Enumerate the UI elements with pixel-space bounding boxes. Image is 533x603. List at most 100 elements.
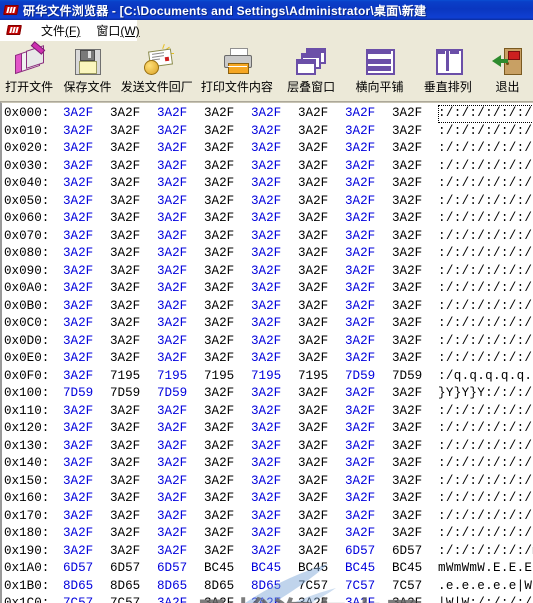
- hex-row[interactable]: 0x120: 3A2F 3A2F 3A2F 3A2F 3A2F 3A2F 3A2F 3A2F:/…: [4, 420, 533, 438]
- hex-word[interactable]: 7D59: [60, 385, 107, 403]
- hex-word[interactable]: 3A2F: [389, 210, 436, 228]
- hex-word[interactable]: 3A2F: [60, 368, 107, 386]
- hex-word[interactable]: 7D59: [342, 368, 389, 386]
- hex-word[interactable]: 3A2F: [248, 298, 295, 316]
- hex-word[interactable]: BC45: [342, 560, 389, 578]
- cascade-windows-button[interactable]: 层叠窗口: [277, 43, 345, 97]
- hex-word[interactable]: 3A2F: [389, 420, 436, 438]
- print-file-button[interactable]: 打印文件内容: [197, 43, 277, 97]
- hex-word[interactable]: 3A2F: [60, 333, 107, 351]
- hex-ascii[interactable]: .e.e.e.e.e|W|W|W: [438, 578, 533, 596]
- hex-row[interactable]: 0x190: 3A2F 3A2F 3A2F 3A2F 3A2F 3A2F 6D57 6D57:/…: [4, 543, 533, 561]
- hex-word[interactable]: 3A2F: [154, 210, 201, 228]
- hex-word[interactable]: 3A2F: [295, 455, 342, 473]
- hex-row[interactable]: 0x1A0: 6D57 6D57 6D57 BC45 BC45 BC45 BC45 BC45 mW…: [4, 560, 533, 578]
- hex-word[interactable]: 3A2F: [154, 438, 201, 456]
- hex-ascii[interactable]: :/:/:/:/:/:/:/:/: [438, 105, 533, 123]
- hex-word[interactable]: 3A2F: [201, 175, 248, 193]
- hex-word[interactable]: 3A2F: [60, 105, 107, 123]
- hex-ascii[interactable]: :/:/:/:/:/:/:/:/: [438, 438, 533, 456]
- hex-ascii[interactable]: :/:/:/:/:/:/:/:/: [438, 298, 533, 316]
- hex-word[interactable]: 3A2F: [107, 455, 154, 473]
- hex-word[interactable]: 3A2F: [248, 420, 295, 438]
- hex-word[interactable]: 7C57: [295, 578, 342, 596]
- hex-word[interactable]: 3A2F: [342, 193, 389, 211]
- hex-word[interactable]: 3A2F: [295, 473, 342, 491]
- hex-word[interactable]: 3A2F: [201, 210, 248, 228]
- hex-word[interactable]: 3A2F: [248, 263, 295, 281]
- hex-word[interactable]: 3A2F: [342, 525, 389, 543]
- hex-word[interactable]: 3A2F: [342, 245, 389, 263]
- hex-word[interactable]: 7C57: [107, 595, 154, 603]
- menu-item-file[interactable]: 文件(F): [33, 20, 88, 41]
- hex-ascii[interactable]: :/:/:/:/:/:/:/:/: [438, 455, 533, 473]
- hex-word[interactable]: 3A2F: [389, 350, 436, 368]
- hex-word[interactable]: 6D57: [60, 560, 107, 578]
- hex-ascii[interactable]: :/:/:/:/:/:/:/:/: [438, 175, 533, 193]
- hex-word[interactable]: 3A2F: [295, 245, 342, 263]
- hex-word[interactable]: 3A2F: [60, 350, 107, 368]
- hex-ascii[interactable]: :/:/:/:/:/:/:/:/: [438, 333, 533, 351]
- hex-word[interactable]: 3A2F: [107, 280, 154, 298]
- hex-word[interactable]: 7D59: [154, 385, 201, 403]
- hex-row[interactable]: 0x170: 3A2F 3A2F 3A2F 3A2F 3A2F 3A2F 3A2F 3A2F:/…: [4, 508, 533, 526]
- hex-word[interactable]: 3A2F: [60, 490, 107, 508]
- hex-word[interactable]: 3A2F: [389, 158, 436, 176]
- hex-word[interactable]: 3A2F: [60, 455, 107, 473]
- hex-word[interactable]: 3A2F: [248, 210, 295, 228]
- hex-word[interactable]: 3A2F: [201, 455, 248, 473]
- hex-word[interactable]: 3A2F: [342, 595, 389, 603]
- hex-word[interactable]: 3A2F: [295, 543, 342, 561]
- hex-word[interactable]: 3A2F: [248, 333, 295, 351]
- hex-word[interactable]: 3A2F: [201, 385, 248, 403]
- hex-word[interactable]: 3A2F: [201, 193, 248, 211]
- hex-word[interactable]: 3A2F: [295, 595, 342, 603]
- hex-word[interactable]: BC45: [389, 560, 436, 578]
- hex-word[interactable]: 3A2F: [107, 263, 154, 281]
- hex-word[interactable]: 3A2F: [295, 490, 342, 508]
- hex-word[interactable]: 3A2F: [342, 140, 389, 158]
- hex-word[interactable]: 3A2F: [60, 403, 107, 421]
- hex-ascii[interactable]: :/:/:/:/:/:/:/:/: [438, 140, 533, 158]
- hex-word[interactable]: 3A2F: [295, 298, 342, 316]
- hex-word[interactable]: 7C57: [60, 595, 107, 603]
- hex-row[interactable]: 0x000: 3A2F 3A2F 3A2F 3A2F 3A2F 3A2F 3A2F 3A2F:/…: [4, 105, 533, 123]
- hex-ascii[interactable]: :/:/:/:/:/:/:/:/: [438, 228, 533, 246]
- hex-word[interactable]: 3A2F: [107, 315, 154, 333]
- hex-word[interactable]: 3A2F: [107, 158, 154, 176]
- hex-word[interactable]: 3A2F: [342, 280, 389, 298]
- hex-ascii[interactable]: :/:/:/:/:/:/:/:/: [438, 263, 533, 281]
- hex-word[interactable]: 3A2F: [248, 543, 295, 561]
- hex-word[interactable]: 3A2F: [60, 175, 107, 193]
- hex-word[interactable]: 3A2F: [295, 333, 342, 351]
- hex-row[interactable]: 0x0C0: 3A2F 3A2F 3A2F 3A2F 3A2F 3A2F 3A2F 3A2F:/…: [4, 315, 533, 333]
- hex-word[interactable]: 7195: [107, 368, 154, 386]
- hex-word[interactable]: 3A2F: [342, 210, 389, 228]
- exit-button[interactable]: 退出: [482, 43, 533, 97]
- hex-word[interactable]: 3A2F: [248, 525, 295, 543]
- hex-word[interactable]: 6D57: [389, 543, 436, 561]
- hex-word[interactable]: 3A2F: [60, 140, 107, 158]
- hex-word[interactable]: 3A2F: [295, 438, 342, 456]
- hex-word[interactable]: 3A2F: [154, 140, 201, 158]
- hex-row[interactable]: 0x150: 3A2F 3A2F 3A2F 3A2F 3A2F 3A2F 3A2F 3A2F:/…: [4, 473, 533, 491]
- hex-word[interactable]: 3A2F: [248, 455, 295, 473]
- hex-row[interactable]: 0x130: 3A2F 3A2F 3A2F 3A2F 3A2F 3A2F 3A2F 3A2F:/…: [4, 438, 533, 456]
- hex-word[interactable]: 3A2F: [389, 525, 436, 543]
- hex-ascii[interactable]: :/:/:/:/:/:/:/:/: [438, 403, 533, 421]
- hex-word[interactable]: 6D57: [107, 560, 154, 578]
- hex-ascii[interactable]: :/:/:/:/:/:/:/:/: [438, 193, 533, 211]
- hex-word[interactable]: 3A2F: [60, 438, 107, 456]
- hex-row[interactable]: 0x060: 3A2F 3A2F 3A2F 3A2F 3A2F 3A2F 3A2F 3A2F:/…: [4, 210, 533, 228]
- hex-word[interactable]: 3A2F: [389, 385, 436, 403]
- hex-word[interactable]: 3A2F: [342, 175, 389, 193]
- hex-ascii[interactable]: :/:/:/:/:/:/:/:/: [438, 350, 533, 368]
- hex-word[interactable]: 3A2F: [201, 403, 248, 421]
- hex-ascii[interactable]: :/:/:/:/:/:/:/:/: [438, 490, 533, 508]
- hex-word[interactable]: 3A2F: [154, 105, 201, 123]
- hex-word[interactable]: 3A2F: [107, 175, 154, 193]
- hex-word[interactable]: 3A2F: [389, 280, 436, 298]
- hex-word[interactable]: 3A2F: [60, 525, 107, 543]
- hex-word[interactable]: 3A2F: [107, 420, 154, 438]
- hex-word[interactable]: 3A2F: [342, 438, 389, 456]
